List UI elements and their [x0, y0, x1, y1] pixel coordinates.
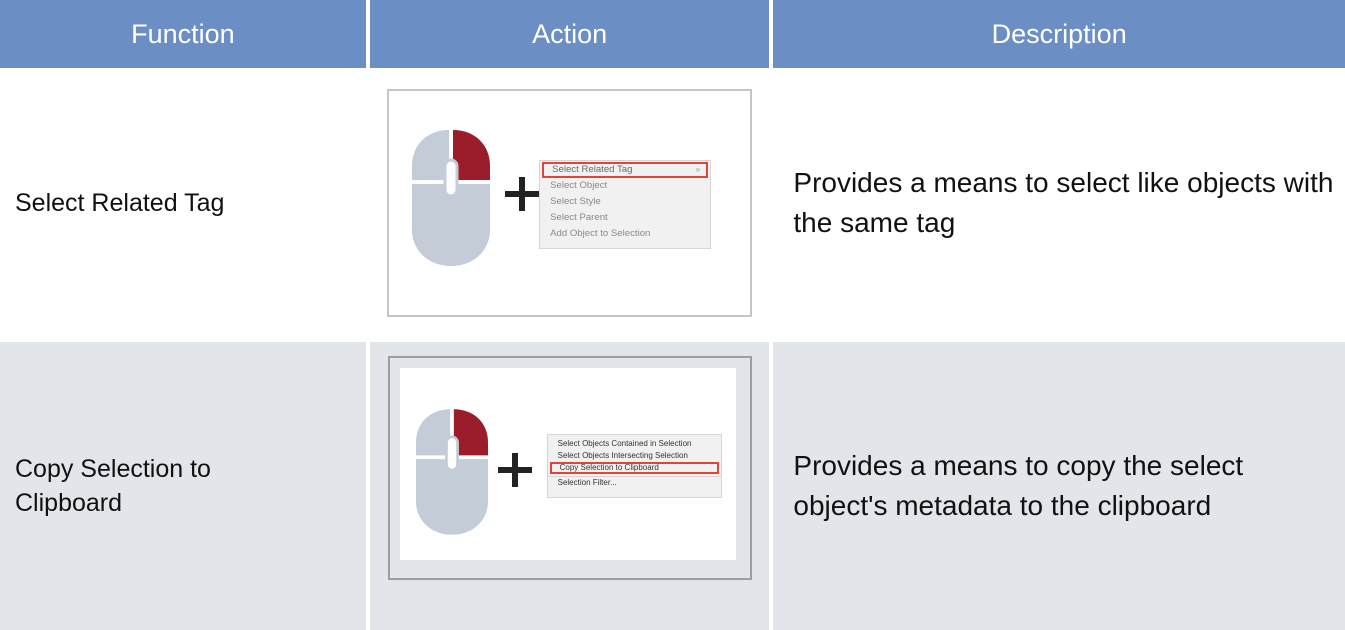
mouse-right-click-icon [412, 130, 491, 266]
action-illustration: Select Objects Contained in Selection Se… [387, 356, 752, 580]
function-label: Copy Selection to Clipboard [15, 455, 211, 517]
table-row: Copy Selection to Clipboard Select Objec… [0, 342, 1345, 630]
description-text: Provides a means to copy the select obje… [793, 450, 1244, 521]
action-illustration: Select Related Tag » Select Object Selec… [387, 89, 753, 317]
function-cell: Copy Selection to Clipboard [0, 342, 366, 630]
table-row: Select Related Tag Select Related Tag » … [0, 68, 1345, 338]
menu-item-select-objects-contained[interactable]: Select Objects Contained in Selection [548, 438, 721, 450]
mouse-right-click-icon [415, 409, 488, 535]
action-cell: Select Objects Contained in Selection Se… [369, 342, 770, 630]
table-header: Function Action Description [0, 0, 1345, 68]
menu-item-select-style[interactable]: Select Style [540, 194, 710, 210]
context-menu: Select Related Tag » Select Object Selec… [539, 160, 712, 249]
function-label: Select Related Tag [15, 189, 225, 217]
action-cell: Select Related Tag » Select Object Selec… [370, 68, 770, 338]
menu-item-selection-filter[interactable]: Selection Filter... [547, 476, 721, 488]
description-text: Provides a means to select like objects … [793, 167, 1334, 238]
header-description: Description [773, 0, 1345, 68]
header-function: Function [0, 0, 366, 68]
description-cell: Provides a means to copy the select obje… [773, 342, 1345, 630]
menu-item-select-objects-intersecting[interactable]: Select Objects Intersecting Selection [548, 450, 721, 462]
description-cell: Provides a means to select like objects … [773, 68, 1345, 338]
header-action: Action [369, 0, 770, 68]
functions-table: Function Action Description Select Relat… [0, 0, 1345, 630]
submenu-arrow-icon: » [695, 165, 701, 174]
menu-item-copy-selection-to-clipboard[interactable]: Copy Selection to Clipboard [549, 462, 719, 474]
menu-item-select-related-tag[interactable]: Select Related Tag » [542, 162, 709, 178]
context-menu: Select Objects Contained in Selection Se… [546, 434, 722, 498]
plus-icon [497, 453, 532, 487]
function-cell: Select Related Tag [0, 68, 366, 338]
plus-icon [505, 177, 540, 211]
menu-item-select-object[interactable]: Select Object [540, 178, 710, 194]
menu-item-select-parent[interactable]: Select Parent [540, 210, 710, 226]
menu-item-add-object-to-selection[interactable]: Add Object to Selection [540, 226, 710, 242]
